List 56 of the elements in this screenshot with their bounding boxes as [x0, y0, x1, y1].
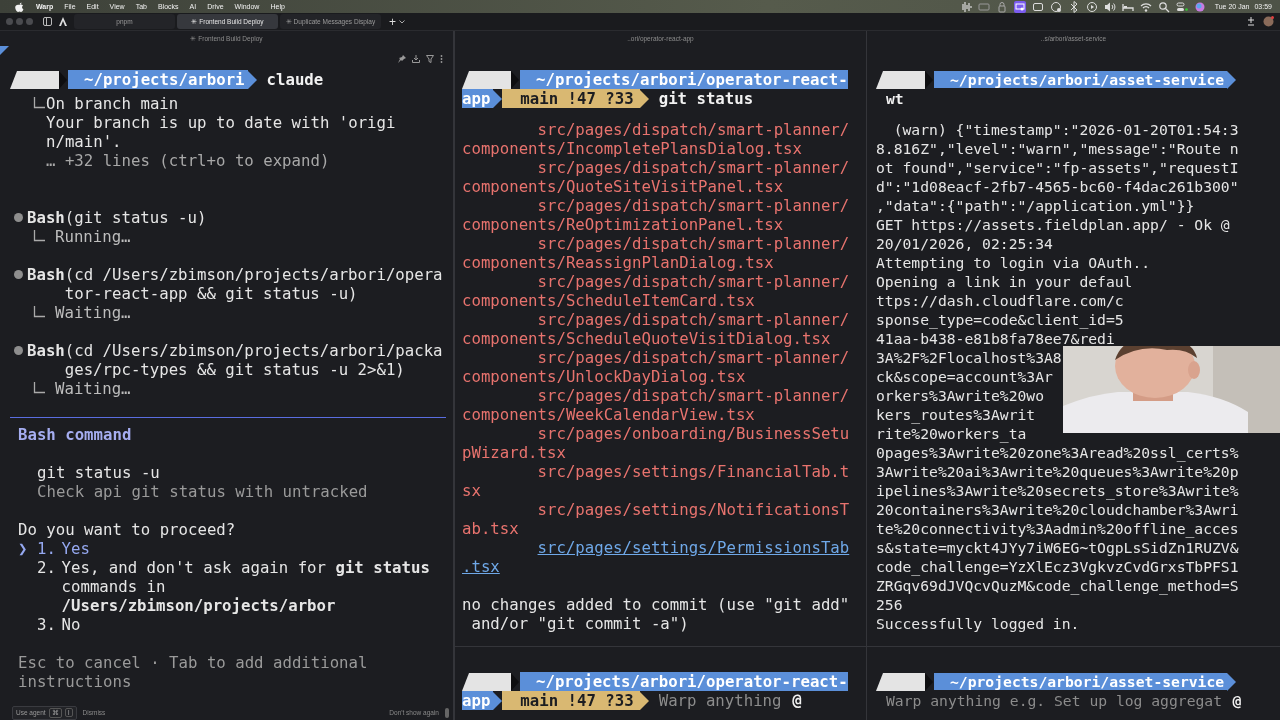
log-line: 256 [876, 595, 904, 614]
log-line: Attempting to login via OAuth.. [876, 252, 1152, 272]
log-line: GET https://assets.fieldplan.app/ - Ok @ [876, 214, 1231, 234]
log-line: (warn) {"timestamp":"2026-01-20T01:54:3 [892, 119, 1240, 139]
command-text: wt [886, 88, 904, 108]
log-line: Successfully logged in. [876, 613, 1081, 633]
log-line: ck&scope=account%3Ar [876, 366, 1054, 386]
log-line: rite%20workers_ta [876, 424, 1028, 443]
dialog-title: Bash command [18, 425, 133, 444]
command-input[interactable]: Warp anything [658, 690, 787, 710]
git-message: no changes added to commit (use "git add" and/or "git commit -a") [462, 594, 851, 633]
log-line: ,"data":{"path":"/application.yml"}} [876, 195, 1196, 215]
log-line: ot found","service":"fp-assets","requestI [876, 157, 1240, 177]
output-line: n/main'. [46, 131, 122, 151]
dialog-description: Check api git status with untracked [36, 482, 369, 501]
log-line: 3A%2F%2Flocalhost%3A8 [876, 347, 1063, 367]
new-tab-button[interactable]: + [386, 14, 399, 29]
log-line: kers_routes%3Awrit [876, 404, 1037, 424]
log-line: ttps://dash.cloudflare.com/c [876, 290, 1125, 310]
command-text: git status [658, 88, 754, 108]
output-line: … +32 lines (ctrl+o to expand) [46, 150, 330, 170]
log-line: sponse_type=code&client_id=5 [876, 309, 1125, 329]
log-line: orkers%3Awrite%20wo [876, 385, 1045, 405]
tool-status: Waiting… [55, 302, 131, 322]
log-line: Opening a link in your defaul [876, 271, 1134, 291]
log-line: 8.816Z","level":"warn","message":"Route n [876, 138, 1240, 158]
log-line: ZRGqv69dJVQcvQuzM&code_challenge_method=S [876, 576, 1240, 595]
command-text: claude [266, 69, 324, 89]
file-path: src/pages/settings/NotificationsTab.tsx [462, 499, 851, 538]
tool-call: Bash(git status -u) [27, 207, 208, 227]
log-line: 41aa-b438-e81b8fa78ee7&redi [876, 329, 1116, 348]
option-item[interactable]: 2. Yes, and don't ask again for git status commands in /Users/zbimson/projects/arbor [18, 558, 446, 615]
log-line: 0pages%3Awrite%20zone%3Aread%20ssl_certs% [876, 443, 1240, 462]
tool-call: Bash(cd /Users/zbimson/projects/arbori/packages/rpc-types && git status -u 2>&1) [27, 340, 444, 379]
mention-button[interactable]: @ [792, 690, 802, 710]
log-line: code_challenge=YzXlEcz3VgkvzCvdGrxsTbPFS1 [876, 556, 1240, 576]
output-line: Your branch is up to date with 'origi [46, 112, 396, 132]
tool-status: Running… [55, 226, 131, 246]
mention-button[interactable]: @ [1232, 690, 1242, 710]
dialog-hint: Esc to cancel · Tab to add additional instructions [18, 653, 369, 691]
tool-status: Waiting… [55, 378, 131, 398]
option-item[interactable]: ❯ 1. Yes [18, 539, 446, 558]
command-input[interactable]: Warp anything e.g. Set up log aggregat [886, 690, 1227, 710]
log-line: 3Awrite%20ai%3Awrite%20queues%3Awrite%20p [876, 462, 1240, 481]
log-line: te%20connectivity%3Aadmin%20offline_acces [876, 518, 1240, 538]
file-link[interactable]: src/pages/settings/PermissionsTab.tsx [462, 537, 855, 576]
log-line: s&state=myckt4JYy7iW6EG~tOgpLsSidZn1RUZV& [876, 538, 1240, 557]
log-line: 20/01/2026, 02:25:34 [876, 233, 1054, 253]
log-line: 20containers%3Awrite%20cloudchamber%3Awri [876, 500, 1240, 519]
tool-call: Bash(cd /Users/zbimson/projects/arbori/operator-react-app && git status -u) [27, 264, 444, 303]
log-line: ipelines%3Awrite%20secrets_store%3Awrite% [876, 480, 1240, 500]
dialog-question: Do you want to proceed? [18, 520, 237, 539]
command-text: git status -u [36, 463, 161, 482]
option-item[interactable]: 3. No [18, 615, 446, 634]
log-line: d":"1d08eacf-2fb7-4565-bc60-f4dac261b300" [876, 176, 1240, 196]
output-line: On branch main [46, 93, 179, 113]
